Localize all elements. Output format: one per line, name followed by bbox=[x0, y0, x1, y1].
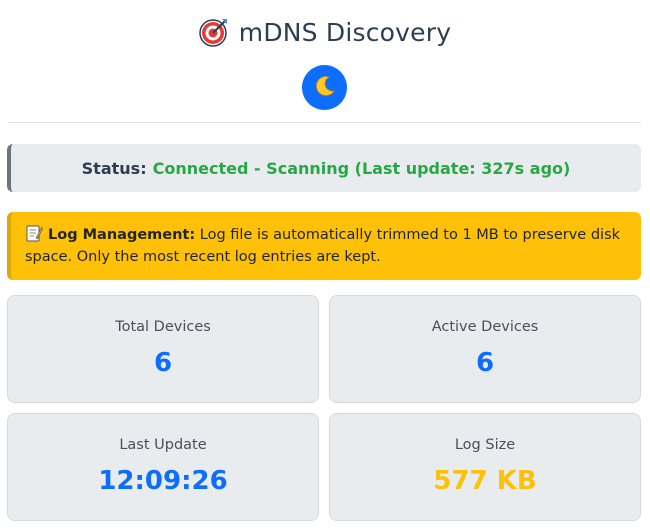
stat-card-log-size: Log Size 577 KB bbox=[329, 413, 641, 521]
theme-toggle-button[interactable] bbox=[302, 65, 347, 110]
stat-value: 12:09:26 bbox=[98, 466, 228, 496]
stat-label: Active Devices bbox=[431, 319, 539, 335]
stat-label: Log Size bbox=[454, 437, 516, 453]
stat-label: Total Devices bbox=[115, 319, 211, 335]
header-divider bbox=[8, 122, 641, 123]
status-bar: Status: Connected - Scanning (Last updat… bbox=[7, 144, 641, 192]
log-notice-title: Log Management: bbox=[48, 227, 196, 243]
title-row: mDNS Discovery bbox=[0, 12, 650, 52]
stat-value: 577 KB bbox=[433, 466, 537, 496]
stat-label: Last Update bbox=[119, 437, 207, 453]
stat-card-total-devices: Total Devices 6 bbox=[7, 295, 319, 403]
page-header: mDNS Discovery bbox=[0, 12, 650, 52]
status-label: Status: bbox=[81, 158, 147, 178]
stat-value: 6 bbox=[475, 348, 495, 378]
moon-icon bbox=[313, 74, 337, 101]
target-icon bbox=[199, 17, 229, 47]
stat-card-last-update: Last Update 12:09:26 bbox=[7, 413, 319, 521]
log-management-notice: Log Management: Log file is automaticall… bbox=[7, 212, 641, 280]
page-title: mDNS Discovery bbox=[238, 17, 452, 47]
memo-icon bbox=[25, 224, 44, 242]
stat-card-active-devices: Active Devices 6 bbox=[329, 295, 641, 403]
stat-value: 6 bbox=[153, 348, 173, 378]
status-value: Connected - Scanning (Last update: 327s … bbox=[152, 158, 571, 178]
